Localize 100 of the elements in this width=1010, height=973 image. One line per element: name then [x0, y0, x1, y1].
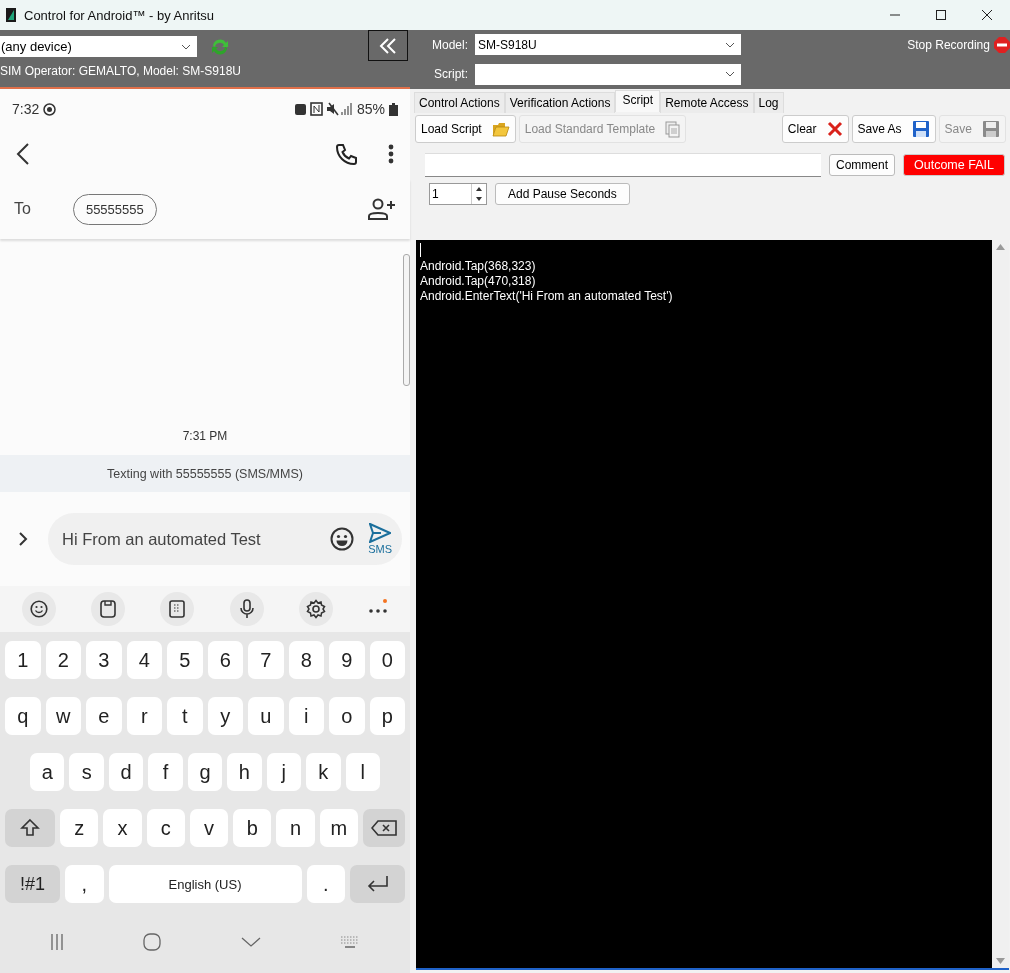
toolbar-button[interactable]: Clear — [781, 115, 849, 143]
send-icon — [369, 523, 392, 543]
keyboard-key[interactable]: g — [187, 753, 223, 791]
tab[interactable]: Remote Access — [660, 92, 754, 113]
stop-recording-button[interactable]: Stop Recording — [907, 36, 1010, 53]
keyboard-key[interactable]: a — [30, 753, 65, 791]
space-key[interactable]: English (US) — [108, 865, 302, 903]
keyboard-key[interactable]: w — [45, 697, 81, 735]
keyboard-key[interactable]: c — [146, 809, 185, 847]
keyboard-key[interactable]: 1 — [5, 641, 41, 679]
keyboard-key[interactable]: s — [69, 753, 104, 791]
folder-icon — [491, 121, 510, 137]
settings-button[interactable] — [298, 592, 333, 626]
add-contact-icon[interactable] — [368, 198, 396, 220]
keyboard-key[interactable]: e — [86, 697, 122, 735]
comment-field[interactable] — [425, 153, 821, 177]
comment-button[interactable]: Comment — [829, 154, 895, 176]
device-info-text: SIM Operator: GEMALTO, Model: SM-S918U — [0, 64, 241, 78]
status-circle-icon — [43, 102, 57, 116]
keyboard-key[interactable]: f — [148, 753, 183, 791]
tab[interactable]: Verification Actions — [504, 92, 616, 113]
battery-percent: 85% — [356, 101, 385, 117]
model-dropdown[interactable]: SM-S918U — [475, 34, 741, 55]
stop-sign-icon — [993, 36, 1010, 53]
shift-key[interactable] — [5, 809, 55, 847]
keyboard-key[interactable]: 2 — [45, 641, 81, 679]
keyboard-key[interactable]: x — [103, 809, 142, 847]
thread-info-text: Texting with 55555555 (SMS/MMS) — [0, 455, 410, 492]
shift-icon — [20, 818, 40, 838]
send-button[interactable]: SMS — [368, 523, 392, 555]
keyboard-key[interactable]: u — [248, 697, 284, 735]
more-options-icon[interactable] — [388, 144, 394, 164]
dropdown-caret-icon — [181, 43, 191, 50]
chevron-right-icon[interactable] — [18, 532, 28, 546]
more-icon — [368, 599, 389, 615]
home-icon[interactable] — [143, 933, 162, 951]
keyboard-key[interactable]: 7 — [248, 641, 284, 679]
battery-icon — [389, 102, 398, 116]
pause-seconds-spinner[interactable]: 1 — [429, 183, 487, 205]
outcome-button[interactable]: Outcome FAIL — [903, 154, 1005, 176]
keyboard-key[interactable]: 3 — [86, 641, 122, 679]
scrollbar[interactable] — [403, 254, 410, 386]
emoji-keyboard-button[interactable] — [21, 592, 56, 626]
script-label: Script: — [433, 67, 469, 81]
collapse-button[interactable] — [368, 30, 408, 61]
emoji-icon — [29, 600, 48, 618]
keyboard-key[interactable]: k — [306, 753, 341, 791]
keyboard-key[interactable]: t — [167, 697, 203, 735]
device-dropdown[interactable]: (any device) — [0, 36, 197, 57]
keyboard-key[interactable]: 6 — [207, 641, 243, 679]
keypad-button[interactable] — [160, 592, 195, 626]
keyboard-key[interactable]: i — [288, 697, 324, 735]
double-chevron-icon — [379, 37, 397, 54]
keyboard-key[interactable]: h — [227, 753, 262, 791]
toolbar-button[interactable]: Load Script — [415, 115, 516, 143]
emoji-icon[interactable] — [330, 527, 355, 551]
keyboard-key[interactable]: p — [369, 697, 405, 735]
keyboard-key[interactable]: d — [108, 753, 144, 791]
script-dropdown[interactable] — [475, 63, 741, 85]
add-pause-button[interactable]: Add Pause Seconds — [495, 183, 630, 205]
phone-icon[interactable] — [336, 143, 358, 165]
script-line: Android.Tap(470,318) — [420, 274, 537, 289]
keyboard-key[interactable]: . — [306, 865, 345, 903]
backspace-key[interactable] — [362, 809, 405, 847]
keyboard-key[interactable]: r — [126, 697, 162, 735]
hide-keyboard-icon[interactable] — [240, 937, 261, 947]
back-icon[interactable] — [16, 143, 30, 165]
keyboard-icon[interactable] — [340, 935, 361, 949]
tab[interactable]: Log — [753, 92, 784, 113]
keyboard-key[interactable]: 8 — [288, 641, 324, 679]
clipboard-icon — [100, 600, 116, 618]
keyboard-key[interactable]: 9 — [329, 641, 365, 679]
tab[interactable]: Control Actions — [414, 92, 505, 113]
keyboard-key[interactable]: l — [345, 753, 380, 791]
model-label: Model: — [430, 37, 469, 52]
symbols-key[interactable]: !#1 — [5, 865, 60, 903]
status-time: 7:32 — [12, 101, 40, 117]
keyboard-key[interactable]: n — [276, 809, 315, 847]
message-input[interactable]: Hi From an automated Test SMS — [48, 513, 402, 565]
voice-input-button[interactable] — [229, 592, 264, 626]
clipboard-button[interactable] — [91, 592, 125, 626]
keyboard-key[interactable]: j — [266, 753, 302, 791]
close-icon — [982, 10, 992, 20]
keyboard-key[interactable]: 0 — [369, 641, 405, 679]
toolbar-button[interactable]: Save As — [851, 115, 936, 143]
keyboard-key[interactable]: 5 — [167, 641, 203, 679]
keyboard-key[interactable]: y — [207, 697, 243, 735]
enter-key[interactable] — [350, 865, 405, 903]
to-label: To — [14, 200, 31, 218]
keyboard-key[interactable]: , — [65, 865, 104, 903]
keyboard-key[interactable]: 4 — [126, 641, 162, 679]
tab[interactable]: Script — [615, 90, 661, 112]
keyboard-key[interactable]: b — [233, 809, 272, 847]
app-logo-icon — [6, 8, 16, 22]
keyboard-key[interactable]: v — [189, 809, 229, 847]
keyboard-key[interactable]: m — [319, 809, 358, 847]
keyboard-key[interactable]: q — [5, 697, 41, 735]
close-icon — [826, 121, 843, 137]
keyboard-key[interactable]: z — [60, 809, 99, 847]
keyboard-key[interactable]: o — [329, 697, 365, 735]
